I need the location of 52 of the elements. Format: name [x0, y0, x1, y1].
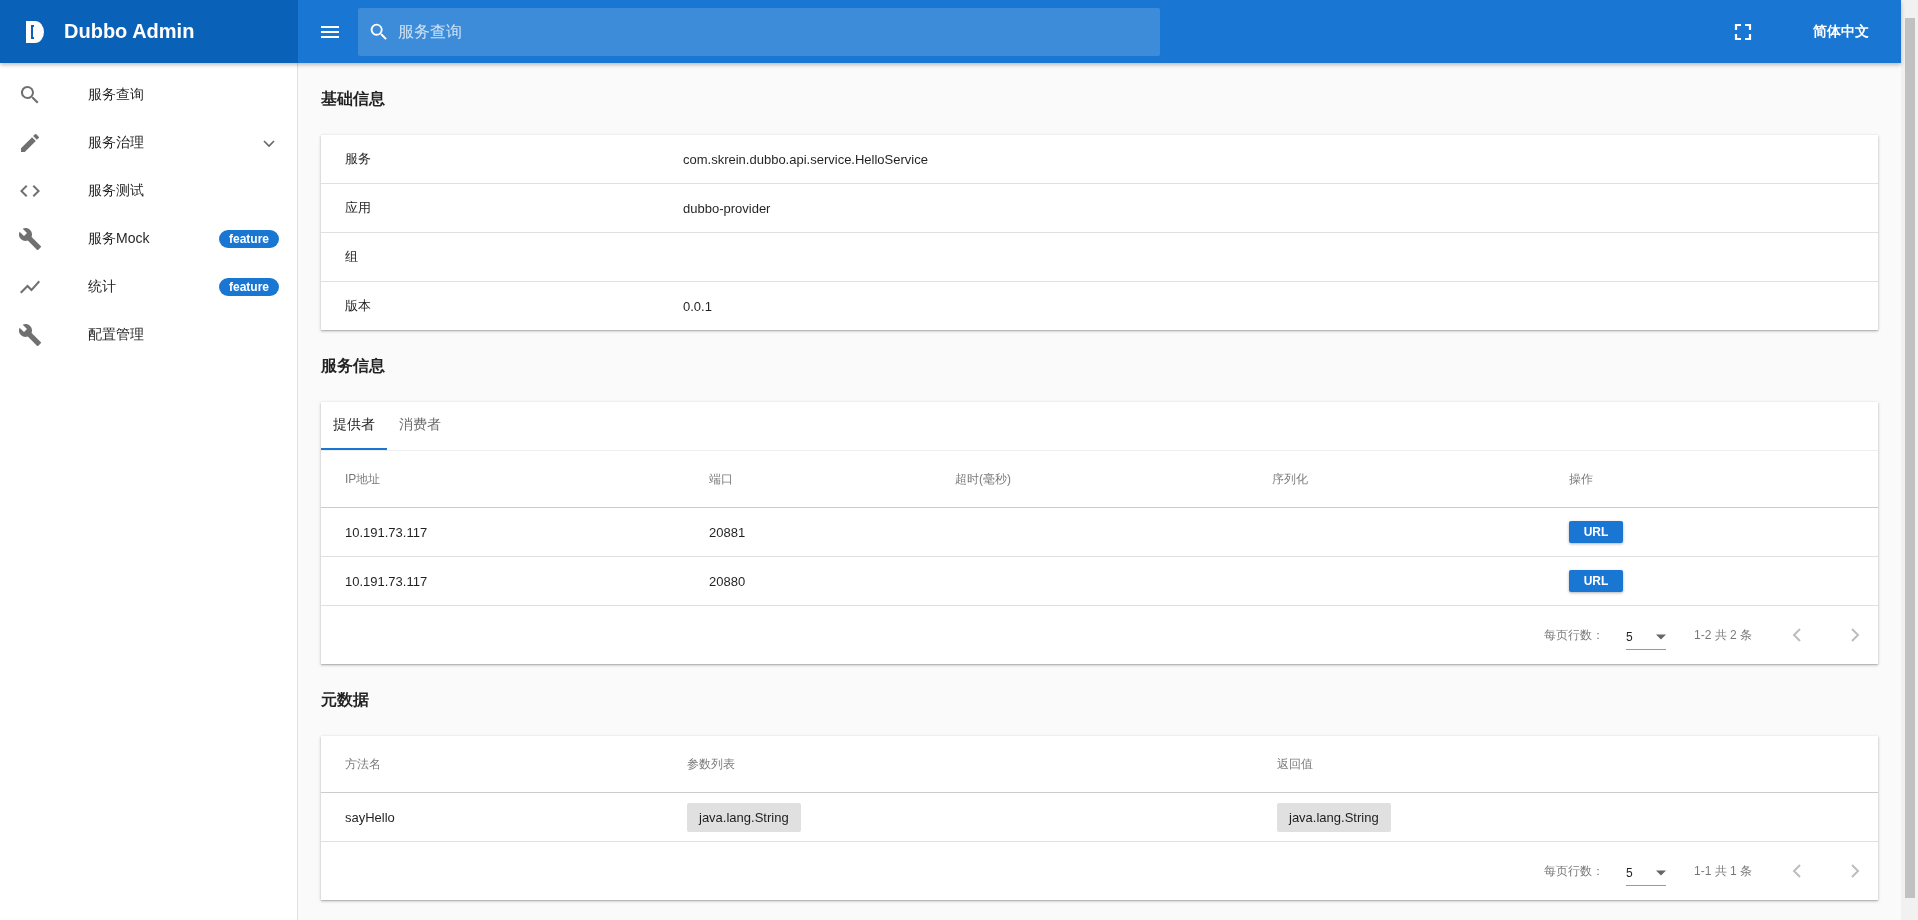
column-header: 方法名	[345, 755, 382, 773]
pencil-icon	[18, 131, 42, 155]
field-value: dubbo-provider	[683, 200, 772, 216]
field-label: 版本	[345, 297, 372, 315]
tab[interactable]: 提供者	[321, 402, 387, 450]
section-title: 基础信息	[321, 88, 385, 109]
wrench-icon	[18, 227, 42, 251]
column-header: IP地址	[345, 470, 382, 488]
sidebar-item[interactable]: 服务查询	[0, 71, 297, 119]
url-button[interactable]: URL	[1569, 570, 1623, 592]
table-cell-text: 10.191.73.117	[345, 524, 429, 540]
field-value: com.skrein.dubbo.api.service.HelloService	[683, 151, 929, 167]
table-cell-text: 20880	[709, 573, 747, 589]
language-button[interactable]: 简体中文	[1801, 14, 1881, 49]
sidebar-item[interactable]: 服务Mock feature	[0, 215, 297, 263]
table-cell-text: 20881	[709, 524, 747, 540]
column-header: 序列化	[1272, 470, 1309, 488]
fullscreen-icon[interactable]	[1733, 21, 1753, 42]
url-button[interactable]: URL	[1569, 521, 1623, 543]
feature-badge: feature	[219, 230, 279, 248]
field-label: 组	[345, 248, 359, 266]
sidebar-item[interactable]: 统计 feature	[0, 263, 297, 311]
page-range: 1-2 共 2 条	[1693, 626, 1752, 644]
tab[interactable]: 消费者	[387, 402, 453, 450]
section-title: 服务信息	[321, 355, 385, 376]
column-header: 端口	[709, 470, 734, 488]
feature-badge: feature	[219, 278, 279, 296]
rows-per-page-label: 每页行数：	[1543, 626, 1604, 644]
type-chip: java.lang.String	[687, 802, 801, 832]
sidebar-item[interactable]: 服务治理	[0, 119, 297, 167]
wrench-icon	[18, 323, 42, 347]
logo-icon	[24, 19, 46, 44]
section-title: 元数据	[321, 689, 369, 710]
rows-per-page-select[interactable]: 5	[1625, 620, 1666, 650]
sidebar-item[interactable]: 配置管理	[0, 311, 297, 359]
rows-per-page-select[interactable]: 5	[1625, 856, 1666, 886]
field-label: 应用	[345, 199, 372, 217]
caret-icon	[1655, 633, 1666, 640]
column-header: 参数列表	[687, 755, 736, 773]
page-range: 1-1 共 1 条	[1693, 862, 1752, 880]
field-value: 0.0.1	[683, 298, 713, 314]
rows-per-page-label: 每页行数：	[1543, 862, 1604, 880]
app-title: Dubbo Admin	[64, 20, 195, 43]
column-header: 返回值	[1277, 755, 1314, 773]
table-cell-text: sayHello	[345, 809, 396, 825]
field-label: 服务	[345, 150, 372, 168]
type-chip: java.lang.String	[1277, 802, 1391, 832]
caret-icon	[1655, 869, 1666, 876]
table-cell-text: 10.191.73.117	[345, 573, 429, 589]
sidebar-item[interactable]: 服务测试	[0, 167, 297, 215]
column-header: 操作	[1569, 470, 1594, 488]
column-header: 超时(毫秒)	[955, 470, 1012, 488]
